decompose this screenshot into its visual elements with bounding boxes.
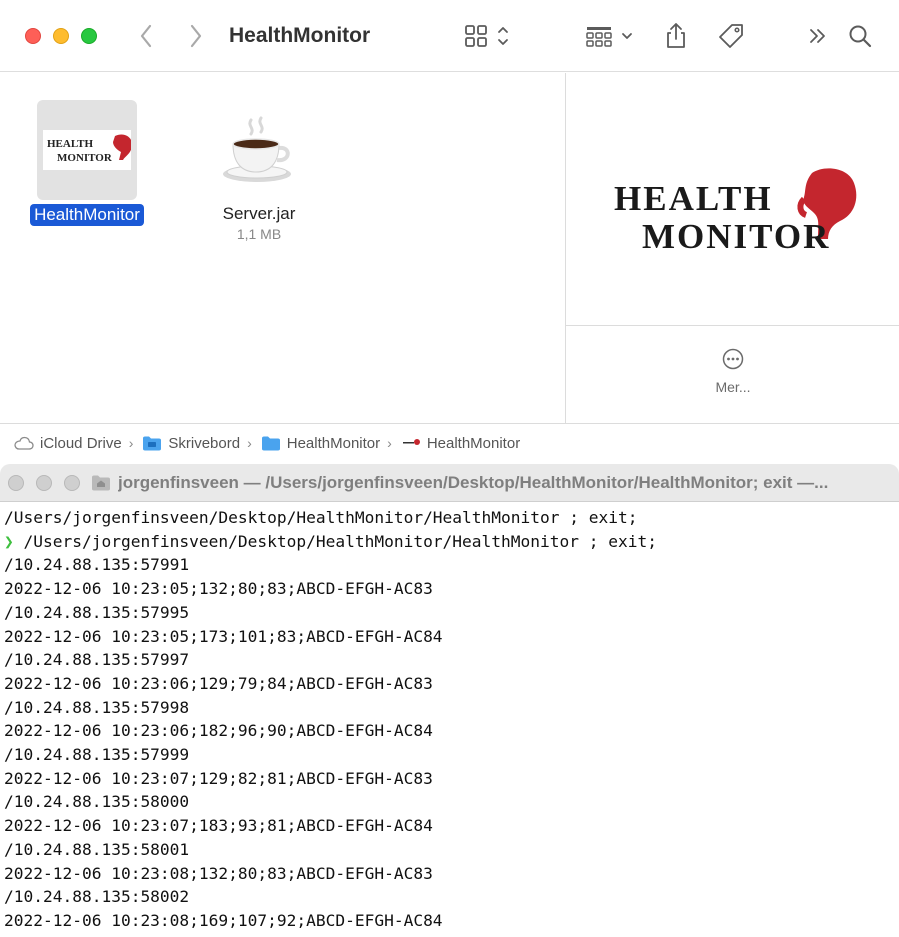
- preview-pane: HEALTH MONITOR Mer...: [565, 73, 899, 423]
- finder-toolbar: HealthMonitor: [0, 0, 899, 72]
- svg-text:MONITOR: MONITOR: [57, 152, 113, 164]
- health-monitor-small-icon: [400, 439, 421, 447]
- finder-window: HealthMonitor HEALTH MONITOR HealthMonit…: [0, 0, 899, 462]
- terminal-title-bar: jorgenfinsveen — /Users/jorgenfinsveen/D…: [0, 464, 899, 502]
- command-echo-line: /Users/jorgenfinsveen/Desktop/HealthMoni…: [4, 508, 638, 527]
- icon-grid-view-icon: [465, 25, 508, 47]
- view-mode-button[interactable]: [463, 22, 515, 50]
- logo-line-1: HEALTH: [614, 179, 773, 218]
- terminal-output[interactable]: /Users/jorgenfinsveen/Desktop/HealthMoni…: [4, 506, 657, 937]
- path-item-healthmonitor-app[interactable]: HealthMonitor: [400, 434, 521, 452]
- terminal-output-line: /10.24.88.135:58001: [4, 839, 190, 859]
- svg-text:HEALTH: HEALTH: [47, 138, 94, 150]
- terminal-output-line: /10.24.88.135:58003: [4, 933, 657, 937]
- cloud-icon: [14, 436, 34, 450]
- output-lines: /10.24.88.135:57991 2022-12-06 10:23:05;1…: [4, 553, 657, 937]
- home-folder-icon: [92, 475, 110, 491]
- double-chevron-right-icon: [810, 29, 825, 43]
- terminal-output-line: /10.24.88.135:57995: [4, 602, 190, 622]
- file-item-healthmonitor[interactable]: HEALTH MONITOR HealthMonitor: [21, 100, 153, 226]
- chevron-left-icon: [140, 24, 152, 48]
- share-icon: [667, 23, 685, 48]
- path-item-label: Skrivebord: [168, 434, 241, 452]
- terminal-output-line: /10.24.88.135:57999: [4, 745, 190, 765]
- terminal-output-line: /10.24.88.135:57991: [4, 555, 190, 575]
- file-name-label: Server.jar: [222, 204, 296, 223]
- terminal-output-line: /10.24.88.135:58000: [4, 792, 190, 812]
- path-separator-icon: ›: [387, 435, 392, 451]
- terminal-output-line: 2022-12-06 10:23:05;132;80;83;ABCD-EFGH-…: [4, 579, 433, 599]
- group-grid-icon: [586, 27, 632, 47]
- window-title: HealthMonitor: [229, 24, 371, 47]
- more-label: Mer...: [715, 379, 751, 395]
- path-item-icloud-drive[interactable]: iCloud Drive: [14, 435, 122, 452]
- close-window-button[interactable]: [25, 28, 41, 44]
- minimize-window-button[interactable]: [53, 28, 69, 44]
- search-icon: [849, 25, 872, 48]
- terminal-output-line: 2022-12-06 10:23:07;183;93;81;ABCD-EFGH-…: [4, 816, 433, 836]
- zoom-window-button[interactable]: [81, 28, 97, 44]
- terminal-window: jorgenfinsveen — /Users/jorgenfinsveen/D…: [0, 464, 899, 937]
- path-separator-icon: ›: [128, 435, 134, 451]
- file-size-label: 1,1 MB: [236, 226, 282, 242]
- terminal-output-line: 2022-12-06 10:23:06;129;79;84;ABCD-EFGH-…: [4, 673, 433, 693]
- back-button[interactable]: [136, 22, 156, 50]
- path-separator-icon: ›: [247, 435, 252, 451]
- ellipsis-circle-icon: [722, 348, 744, 370]
- path-item-healthmonitor-folder[interactable]: HealthMonitor: [261, 435, 380, 452]
- more-button[interactable]: Mer...: [566, 327, 899, 423]
- search-button[interactable]: [848, 22, 874, 50]
- terminal-output-line: 2022-12-06 10:23:07;129;82;81;ABCD-EFGH-…: [4, 768, 433, 788]
- file-list: HEALTH MONITOR HealthMonitor Server.jar …: [0, 73, 565, 423]
- forward-button[interactable]: [186, 22, 206, 50]
- share-button[interactable]: [662, 22, 690, 50]
- prompt-line: ❯ /Users/jorgenfinsveen/Desktop/HealthMo…: [4, 530, 657, 554]
- more-toolbar-items-button[interactable]: [806, 22, 830, 50]
- close-window-button[interactable]: [8, 475, 24, 491]
- group-by-button[interactable]: [584, 22, 636, 50]
- logo-line-2: MONITOR: [642, 217, 830, 256]
- path-item-label: iCloud Drive: [40, 434, 122, 452]
- terminal-output-line: /10.24.88.135:57998: [4, 697, 190, 717]
- prompt-command: /Users/jorgenfinsveen/Desktop/HealthMoni…: [13, 531, 657, 551]
- terminal-output-line: /10.24.88.135:58002: [4, 887, 190, 907]
- desktop-folder-icon: [143, 436, 162, 451]
- health-monitor-logo-thumbnail: HEALTH MONITOR: [43, 130, 133, 170]
- terminal-output-line: 2022-12-06 10:23:08;169;107;92;ABCD-EFGH…: [4, 910, 443, 930]
- java-coffee-cup-icon: [209, 100, 309, 200]
- file-name-label: HealthMonitor: [30, 204, 144, 226]
- path-bar: iCloud Drive › Skrivebord › HealthMonito…: [0, 423, 899, 462]
- path-item-label: HealthMonitor: [286, 434, 381, 452]
- folder-icon: [261, 436, 280, 451]
- minimize-window-button[interactable]: [36, 475, 52, 491]
- path-item-label: HealthMonitor: [426, 434, 521, 452]
- terminal-output-line: 2022-12-06 10:23:06;182;96;90;ABCD-EFGH-…: [4, 721, 433, 741]
- path-item-skrivebord[interactable]: Skrivebord: [142, 435, 240, 452]
- preview-image: HEALTH MONITOR: [566, 73, 899, 326]
- terminal-title: jorgenfinsveen — /Users/jorgenfinsveen/D…: [118, 473, 829, 492]
- terminal-output-line: 2022-12-06 10:23:05;173;101;83;ABCD-EFGH…: [4, 626, 443, 646]
- file-item-server-jar[interactable]: Server.jar 1,1 MB: [193, 100, 325, 242]
- tag-icon: [719, 24, 743, 48]
- terminal-output-line: /10.24.88.135:57997: [4, 650, 190, 670]
- chevron-right-icon: [190, 24, 202, 48]
- prompt-arrow-icon: ❯: [4, 531, 14, 551]
- health-monitor-app-icon: HEALTH MONITOR: [37, 100, 137, 200]
- terminal-output-line: 2022-12-06 10:23:08;132;80;83;ABCD-EFGH-…: [4, 863, 433, 883]
- zoom-window-button[interactable]: [64, 475, 80, 491]
- tags-button[interactable]: [716, 22, 746, 50]
